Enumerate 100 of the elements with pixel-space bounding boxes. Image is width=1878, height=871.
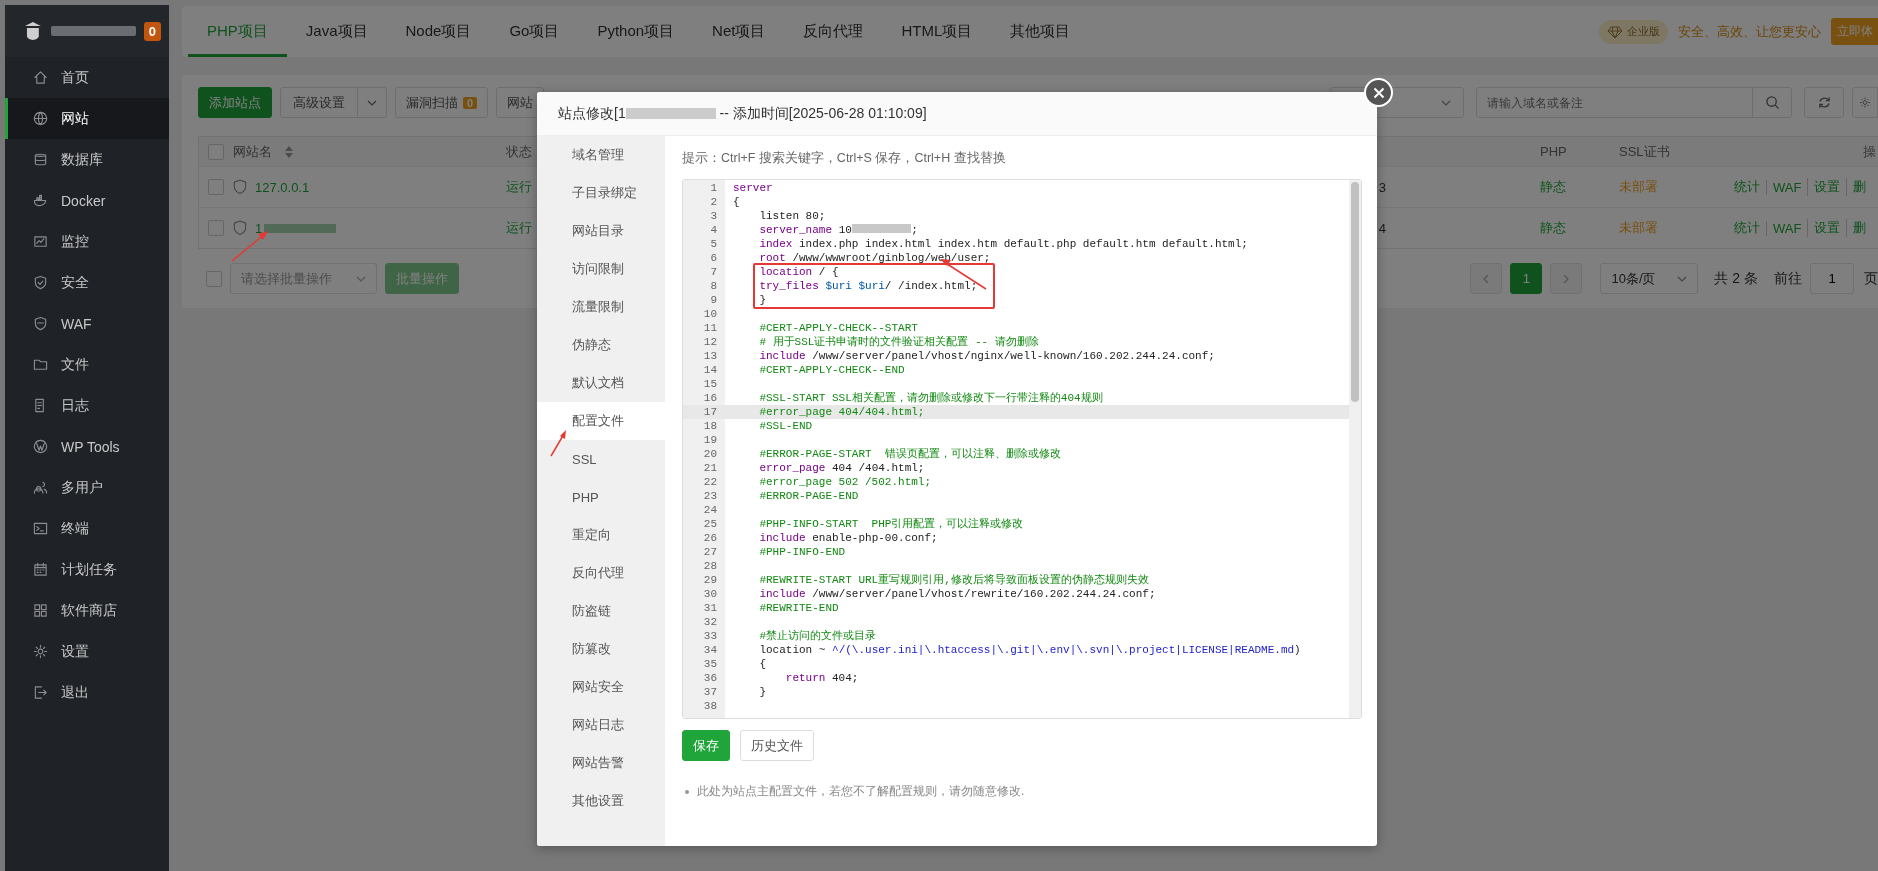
sidebar-item[interactable]: 安全: [5, 262, 169, 303]
notification-badge[interactable]: 0: [143, 21, 161, 41]
caret-icon: [367, 99, 377, 106]
line-number: 30: [702, 587, 718, 601]
action-link[interactable]: 设置: [1807, 178, 1841, 196]
code-line: #ERROR-PAGE-START 错误页配置，可以注释、删除或修改: [758, 447, 1061, 461]
line-number: 28: [702, 559, 718, 573]
project-tab[interactable]: PHP项目: [188, 6, 287, 57]
settings-menu-item[interactable]: 网站安全: [537, 668, 665, 706]
project-tab[interactable]: 反向代理: [784, 6, 883, 57]
page-size-select[interactable]: 10条/页: [1600, 263, 1699, 294]
sidebar-item[interactable]: 监控: [5, 221, 169, 262]
settings-menu-item[interactable]: 配置文件: [537, 402, 665, 440]
settings-menu-item[interactable]: SSL: [537, 440, 665, 478]
sidebar-item[interactable]: 退出: [5, 672, 169, 713]
settings-menu-item[interactable]: 其他设置: [537, 782, 665, 820]
sidebar-item[interactable]: WAF: [5, 303, 169, 344]
settings-menu-item[interactable]: 流量限制: [537, 288, 665, 326]
count-badge: 0: [463, 96, 478, 109]
php-version-link[interactable]: 静态: [1540, 178, 1566, 196]
hint-text: 提示：Ctrl+F 搜索关键字，Ctrl+S 保存，Ctrl+H 查找替换: [682, 150, 1007, 167]
project-tab[interactable]: HTML项目: [882, 6, 992, 57]
checkbox[interactable]: [208, 220, 224, 236]
action-link[interactable]: 设置: [1807, 219, 1841, 237]
settings-menu-item[interactable]: 网站告警: [537, 744, 665, 782]
project-tab[interactable]: Java项目: [286, 6, 387, 57]
settings-menu-item[interactable]: 默认文档: [537, 364, 665, 402]
sidebar-item[interactable]: 设置: [5, 631, 169, 672]
project-tab[interactable]: Python项目: [578, 6, 694, 57]
refresh-button[interactable]: [1804, 87, 1844, 118]
scrollbar[interactable]: [1349, 180, 1361, 718]
sidebar-item[interactable]: 多用户: [5, 467, 169, 508]
project-tab[interactable]: Go项目: [490, 6, 579, 57]
checkbox[interactable]: [208, 179, 224, 195]
page-input[interactable]: 1: [1810, 263, 1854, 294]
sidebar-item[interactable]: 软件商店: [5, 590, 169, 631]
action-link[interactable]: 删: [1846, 219, 1867, 237]
history-files-button[interactable]: 历史文件: [740, 730, 814, 761]
action-link[interactable]: WAF: [1766, 179, 1802, 195]
sidebar-item[interactable]: 文件: [5, 344, 169, 385]
search-button[interactable]: [1752, 87, 1792, 118]
refresh-icon: [1816, 95, 1832, 110]
shield-icon: [233, 179, 247, 195]
php-version-link[interactable]: 静态: [1540, 219, 1566, 237]
page-button[interactable]: 1: [1510, 263, 1543, 294]
save-button[interactable]: 保存: [682, 730, 730, 761]
sidebar-item[interactable]: 网站: [5, 98, 169, 139]
line-number: 8: [709, 279, 718, 293]
vulnerability-scan-button[interactable]: 漏洞扫描 0: [395, 87, 489, 118]
settings-menu-item[interactable]: 伪静态: [537, 326, 665, 364]
sidebar-item[interactable]: Docker: [5, 180, 169, 221]
column-header[interactable]: 网站名: [233, 142, 293, 161]
site-button[interactable]: 网站: [496, 87, 545, 118]
sidebar-item[interactable]: 计划任务: [5, 549, 169, 590]
line-number: 10: [702, 307, 718, 321]
settings-menu-item[interactable]: 网站日志: [537, 706, 665, 744]
next-page-button[interactable]: [1550, 263, 1583, 294]
users-icon: [33, 480, 48, 495]
search-field[interactable]: 请输入域名或备注: [1476, 87, 1754, 118]
action-link[interactable]: 统计: [1734, 219, 1760, 237]
settings-menu-item[interactable]: 反向代理: [537, 554, 665, 592]
project-tab[interactable]: 其他项目: [991, 6, 1090, 57]
settings-menu-item[interactable]: 防盗链: [537, 592, 665, 630]
settings-menu-item[interactable]: 重定向: [537, 516, 665, 554]
action-link[interactable]: 统计: [1734, 178, 1760, 196]
site-name-link[interactable]: 127.0.0.1: [255, 179, 310, 195]
project-tab[interactable]: Net项目: [693, 6, 785, 57]
status-text[interactable]: 运行: [506, 219, 532, 237]
action-link[interactable]: 删: [1846, 178, 1867, 196]
code-editor[interactable]: [682, 179, 1362, 719]
settings-menu-item[interactable]: PHP: [537, 478, 665, 516]
sidebar-item[interactable]: 终端: [5, 508, 169, 549]
previous-page-button[interactable]: [1470, 263, 1503, 294]
settings-menu-item[interactable]: 域名管理: [537, 136, 665, 174]
status-text[interactable]: 运行: [506, 178, 532, 196]
column-header: 状态: [506, 142, 532, 161]
advanced-settings-dropdown[interactable]: 高级设置: [280, 87, 387, 118]
checkbox[interactable]: [206, 270, 222, 287]
settings-menu-item[interactable]: 网站目录: [537, 212, 665, 250]
action-link[interactable]: WAF: [1766, 220, 1802, 236]
sidebar-item[interactable]: WP Tools: [5, 426, 169, 467]
settings-menu-item[interactable]: 防篡改: [537, 630, 665, 668]
close-icon: [1372, 86, 1385, 99]
code-line: }: [758, 685, 766, 699]
settings-menu-item[interactable]: 访问限制: [537, 250, 665, 288]
logout-icon: [33, 685, 48, 700]
line-number: 5: [709, 237, 718, 251]
checkbox[interactable]: [208, 143, 224, 160]
add-site-button[interactable]: 添加站点: [198, 87, 272, 118]
caret-icon: [1677, 275, 1688, 282]
sidebar-item[interactable]: 日志: [5, 385, 169, 426]
code-line: include /www/server/panel/vhost/rewrite/160.202.244.24.conf;: [758, 587, 1156, 601]
line-number: 35: [702, 657, 718, 671]
project-tab[interactable]: Node项目: [386, 6, 491, 57]
sidebar-item[interactable]: 首页: [5, 57, 169, 98]
code-line: # 用于SSL证书申请时的文件验证相关配置 -- 请勿删除: [758, 335, 1039, 349]
settings-menu-item[interactable]: 子目录绑定: [537, 174, 665, 212]
settings-button[interactable]: [1852, 87, 1878, 118]
sidebar-item[interactable]: 数据库: [5, 139, 169, 180]
code-line: #REWRITE-END: [758, 601, 839, 615]
